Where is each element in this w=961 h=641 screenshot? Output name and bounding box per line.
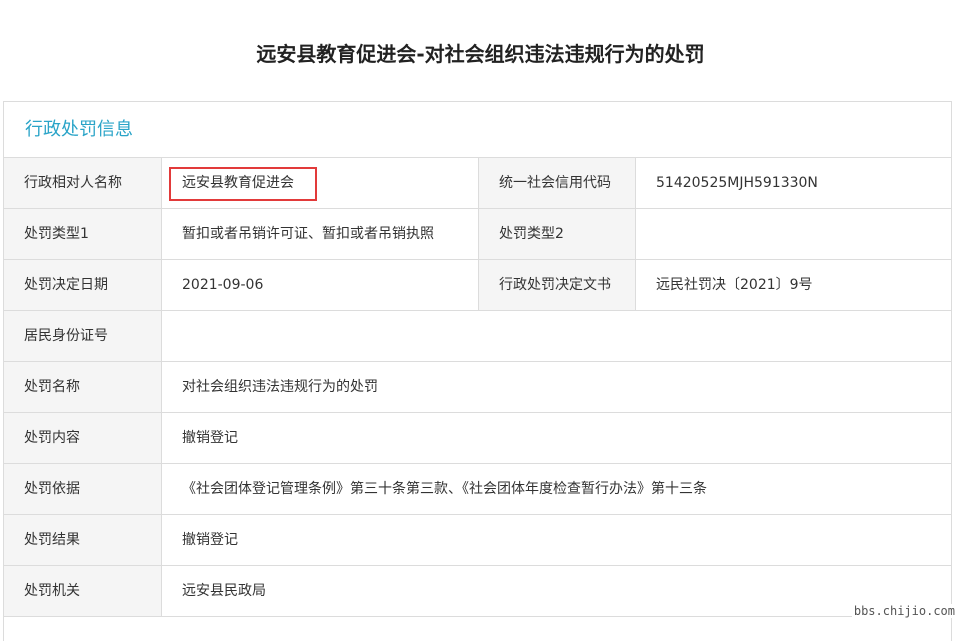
decision-doc-label: 行政处罚决定文书	[478, 260, 636, 310]
row-penalty-content: 处罚内容 撤销登记	[4, 413, 951, 464]
page-title: 远安县教育促进会-对社会组织违法违规行为的处罚	[256, 42, 705, 66]
penalty-result-label: 处罚结果	[4, 515, 162, 565]
credit-code-label: 统一社会信用代码	[478, 158, 636, 208]
penalty-basis-label: 处罚依据	[4, 464, 162, 514]
watermark: bbs.chijio.com	[851, 604, 957, 618]
penalty-type2-label: 处罚类型2	[478, 209, 636, 259]
penalty-result-value: 撤销登记	[182, 532, 238, 548]
penalty-content-value: 撤销登记	[182, 430, 238, 446]
penalty-type1-value: 暂扣或者吊销许可证、暂扣或者吊销执照	[182, 226, 434, 242]
penalty-content-label: 处罚内容	[4, 413, 162, 463]
decision-date-value: 2021-09-06	[182, 277, 264, 293]
penalty-info-panel: 行政处罚信息 行政相对人名称 远安县教育促进会 统一社会信用代码 5142052…	[3, 101, 952, 641]
row-penalty-result: 处罚结果 撤销登记	[4, 515, 951, 566]
party-name-value: 远安县教育促进会	[182, 175, 294, 191]
row-penalty-name: 处罚名称 对社会组织违法违规行为的处罚	[4, 362, 951, 413]
section-title: 行政处罚信息	[4, 102, 951, 158]
credit-code-value: 51420525MJH591330N	[656, 175, 818, 191]
penalty-name-label: 处罚名称	[4, 362, 162, 412]
decision-doc-value: 远民社罚决〔2021〕9号	[656, 277, 813, 293]
id-number-label: 居民身份证号	[4, 311, 162, 361]
penalty-type2-value	[636, 209, 951, 259]
penalty-basis-value: 《社会团体登记管理条例》第三十条第三款、《社会团体年度检查暂行办法》第十三条	[182, 481, 707, 497]
penalty-agency-label: 处罚机关	[4, 566, 162, 616]
decision-date-label: 处罚决定日期	[4, 260, 162, 310]
row-party-name: 行政相对人名称 远安县教育促进会 统一社会信用代码 51420525MJH591…	[4, 158, 951, 209]
penalty-agency-value: 远安县民政局	[182, 583, 266, 599]
row-decision: 处罚决定日期 2021-09-06 行政处罚决定文书 远民社罚决〔2021〕9号	[4, 260, 951, 311]
id-number-value	[162, 311, 951, 361]
party-name-label: 行政相对人名称	[4, 158, 162, 208]
row-penalty-basis: 处罚依据 《社会团体登记管理条例》第三十条第三款、《社会团体年度检查暂行办法》第…	[4, 464, 951, 515]
penalty-type1-label: 处罚类型1	[4, 209, 162, 259]
row-id-number: 居民身份证号	[4, 311, 951, 362]
penalty-name-value: 对社会组织违法违规行为的处罚	[182, 379, 378, 395]
row-penalty-type: 处罚类型1 暂扣或者吊销许可证、暂扣或者吊销执照 处罚类型2	[4, 209, 951, 260]
row-penalty-agency: 处罚机关 远安县民政局	[4, 566, 951, 617]
